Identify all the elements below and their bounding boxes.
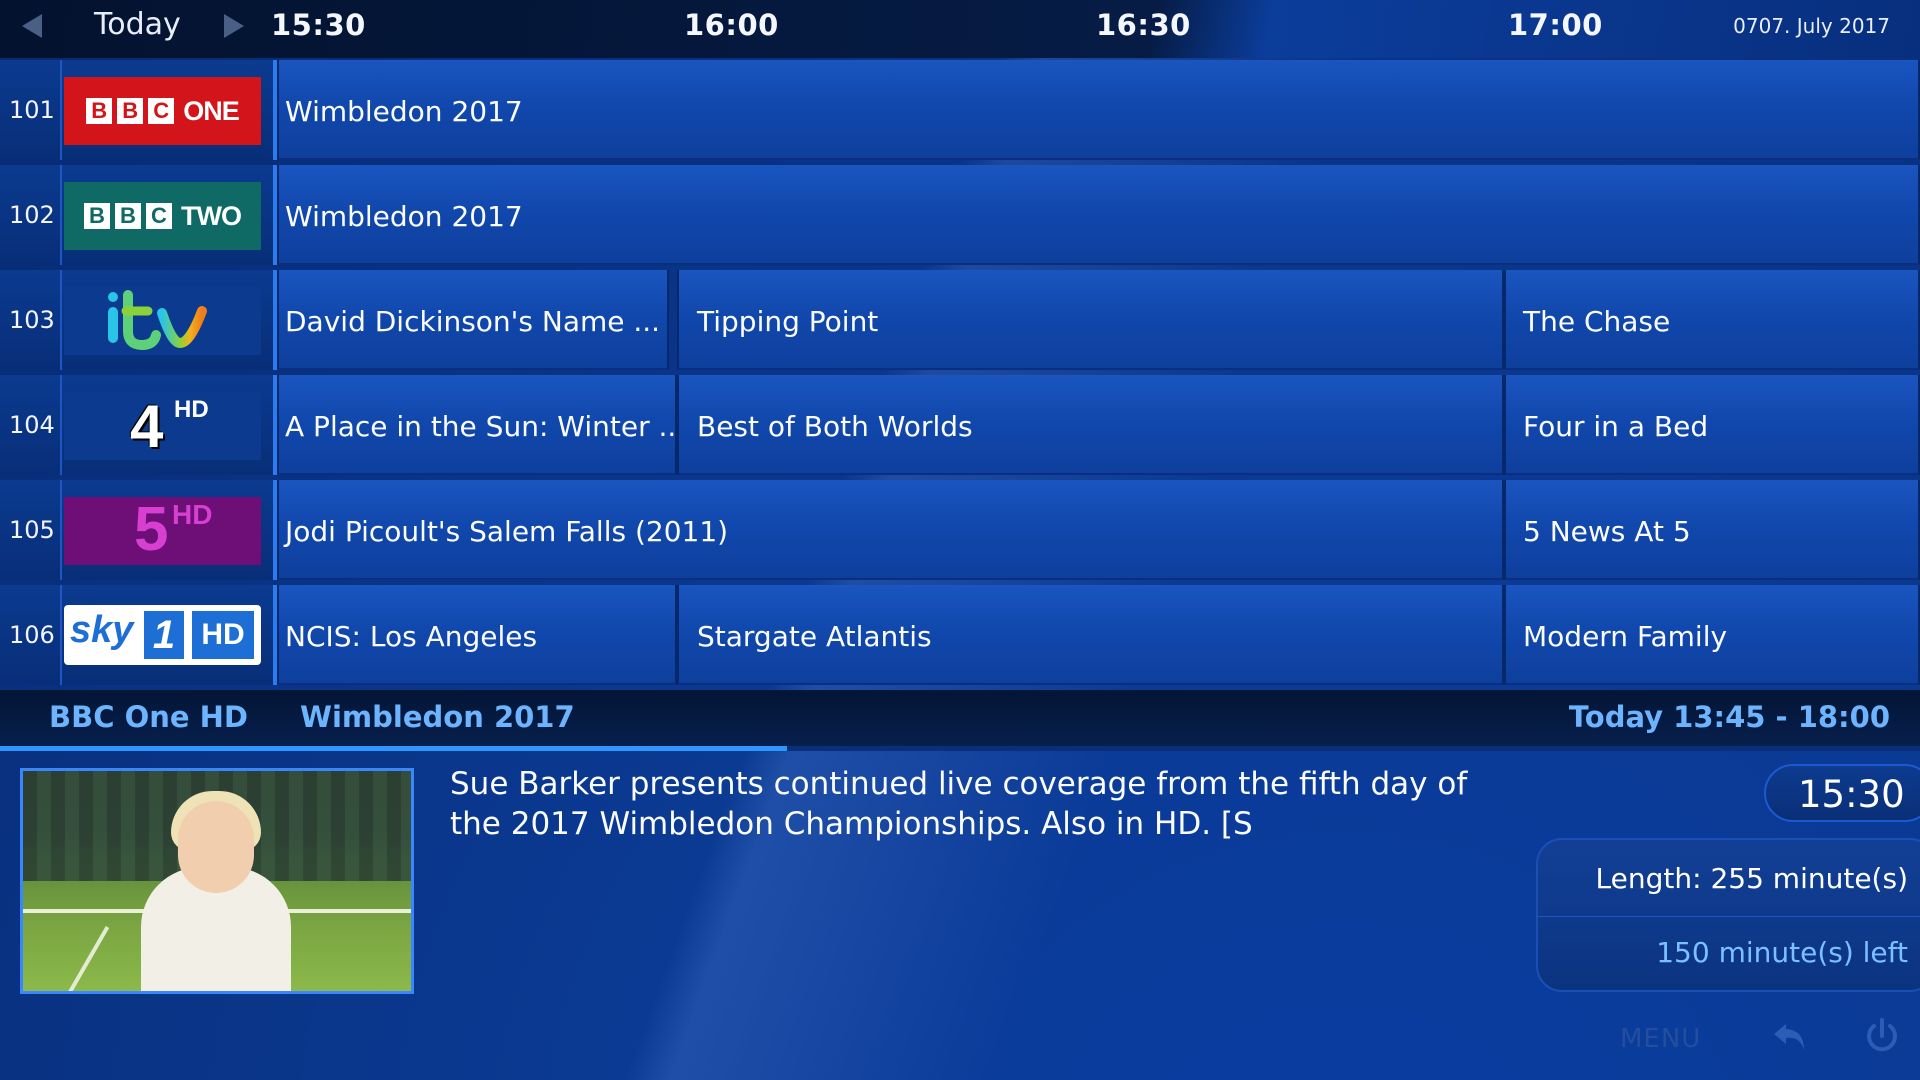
program-title: Wimbledon 2017 <box>285 200 523 233</box>
channel-number: 102 <box>9 201 55 229</box>
bbc-one-logo: B B C ONE <box>64 77 261 145</box>
program-title: Modern Family <box>1523 620 1728 653</box>
program-thumbnail <box>20 768 414 994</box>
sky1-logo: sky 1 HD <box>64 605 261 665</box>
hd-badge: HD <box>192 611 254 659</box>
itv-logo-icon <box>108 290 207 351</box>
program-info-bar: BBC One HD Wimbledon 2017 Today 13:45 - … <box>0 690 1920 746</box>
program-title: Wimbledon 2017 <box>285 95 523 128</box>
program-progress-fill <box>0 746 788 751</box>
program-cell[interactable]: Four in a Bed <box>1504 375 1920 475</box>
program-cell[interactable]: Wimbledon 2017 <box>277 60 1920 160</box>
channel5-logo: 5 HD <box>64 495 261 565</box>
program-title: A Place in the Sun: Winter ... <box>285 410 686 443</box>
channel-logo-cell[interactable] <box>62 270 277 370</box>
current-time: 15:30 <box>1798 773 1905 816</box>
logo-letter: C <box>148 98 175 124</box>
channel-number-cell[interactable]: 103 <box>0 270 62 370</box>
divider <box>1538 916 1920 917</box>
channel4-logo: 4 HD <box>64 392 261 460</box>
program-cell[interactable]: Stargate Atlantis <box>677 585 1504 685</box>
power-icon[interactable] <box>1862 1016 1902 1056</box>
program-title: David Dickinson's Name ... <box>285 305 661 338</box>
program-cell[interactable]: 5 News At 5 <box>1504 480 1920 580</box>
channel-number-cell[interactable]: 102 <box>0 165 62 265</box>
program-cell[interactable]: A Place in the Sun: Winter ... <box>277 375 685 475</box>
channel-number-cell[interactable]: 105 <box>0 480 62 580</box>
channel-number-cell[interactable]: 101 <box>0 60 62 160</box>
hd-badge: HD <box>172 499 213 530</box>
channel-row: 103 David Dickinson's Name ... Tipping P… <box>0 270 1920 372</box>
program-cell[interactable]: Modern Family <box>1504 585 1920 685</box>
logo-letter: C <box>146 203 172 229</box>
program-cell[interactable]: Tipping Point <box>677 270 1504 370</box>
channel4-number: 4 <box>130 393 164 460</box>
channel-row: 104 4 HD A Place in the Sun: Winter ... … <box>0 375 1920 477</box>
day-label[interactable]: Today <box>94 7 181 42</box>
program-length: Length: 255 minute(s) <box>1595 862 1908 895</box>
channel-logo-cell[interactable]: B B C ONE <box>62 60 277 160</box>
channel-row: 101 B B C ONE Wimbledon 2017 <box>0 60 1920 162</box>
channel-number-cell[interactable]: 104 <box>0 375 62 475</box>
current-time-badge: 15:30 <box>1764 764 1920 822</box>
channel5-number: 5 <box>134 495 169 564</box>
program-title: 5 News At 5 <box>1523 515 1691 548</box>
channel-number-cell[interactable]: 106 <box>0 585 62 685</box>
logo-word: TWO <box>181 200 242 231</box>
program-cell[interactable]: The Chase <box>1504 270 1920 370</box>
program-title: Four in a Bed <box>1523 410 1709 443</box>
channel-logo-cell[interactable]: sky 1 HD <box>62 585 277 685</box>
time-slot-label: 16:30 <box>1096 8 1191 42</box>
channel-number: 103 <box>9 306 55 334</box>
program-stats-panel: Length: 255 minute(s) 150 minute(s) left <box>1536 838 1920 992</box>
timeline-header: Today 15:30 16:00 16:30 17:00 0707. July… <box>0 0 1920 58</box>
itv-logo <box>64 287 261 355</box>
program-title: Stargate Atlantis <box>697 620 932 653</box>
channel-row: 106 sky 1 HD NCIS: Los Angeles Stargate … <box>0 585 1920 687</box>
program-description: Sue Barker presents continued live cover… <box>450 766 1468 842</box>
program-cell[interactable]: Wimbledon 2017 <box>277 165 1920 265</box>
program-cell[interactable]: NCIS: Los Angeles <box>277 585 677 685</box>
logo-letter: B <box>84 203 110 229</box>
selected-program-title: Wimbledon 2017 <box>300 700 575 734</box>
logo-letter: B <box>115 203 141 229</box>
program-title: Jodi Picoult's Salem Falls (2011) <box>285 515 729 548</box>
program-title: Best of Both Worlds <box>697 410 973 443</box>
program-cell[interactable]: Best of Both Worlds <box>677 375 1504 475</box>
date-label: 0707. July 2017 <box>1733 14 1890 38</box>
channel-logo-cell[interactable]: 5 HD <box>62 480 277 580</box>
sky-wordmark: sky <box>70 609 134 651</box>
selected-channel-name: BBC One HD <box>49 700 248 734</box>
channel-row: 102 B B C TWO Wimbledon 2017 <box>0 165 1920 267</box>
logo-letter: B <box>117 98 144 124</box>
program-time-left: 150 minute(s) left <box>1656 936 1908 969</box>
menu-button[interactable]: MENU <box>1620 1024 1701 1054</box>
program-title: Tipping Point <box>697 305 879 338</box>
time-slot-label: 17:00 <box>1508 8 1603 42</box>
previous-day-arrow-icon[interactable] <box>22 14 42 38</box>
selected-program-time: Today 13:45 - 18:00 <box>1568 700 1890 734</box>
epg-grid: 101 B B C ONE Wimbledon 2017 102 B B C T… <box>0 60 1920 685</box>
channel-logo-cell[interactable]: 4 HD <box>62 375 277 475</box>
channel-number: 101 <box>9 96 55 124</box>
program-cell[interactable]: David Dickinson's Name ... <box>277 270 669 370</box>
sky-channel-number: 1 <box>144 611 184 659</box>
program-title: The Chase <box>1523 305 1671 338</box>
program-title: NCIS: Los Angeles <box>285 620 538 653</box>
program-cell[interactable]: Jodi Picoult's Salem Falls (2011) <box>277 480 1504 580</box>
back-icon[interactable] <box>1770 1016 1810 1056</box>
channel-number: 106 <box>9 621 55 649</box>
channel-logo-cell[interactable]: B B C TWO <box>62 165 277 265</box>
logo-letter: B <box>86 98 113 124</box>
next-day-arrow-icon[interactable] <box>224 14 244 38</box>
channel-row: 105 5 HD Jodi Picoult's Salem Falls (201… <box>0 480 1920 582</box>
hd-badge: HD <box>174 396 209 423</box>
program-progress-bar <box>0 746 1920 751</box>
channel-number: 104 <box>9 411 55 439</box>
channel-number: 105 <box>9 516 55 544</box>
time-slot-label: 15:30 <box>271 8 366 42</box>
time-slot-label: 16:00 <box>684 8 779 42</box>
bbc-two-logo: B B C TWO <box>64 182 261 250</box>
logo-word: ONE <box>183 95 240 126</box>
